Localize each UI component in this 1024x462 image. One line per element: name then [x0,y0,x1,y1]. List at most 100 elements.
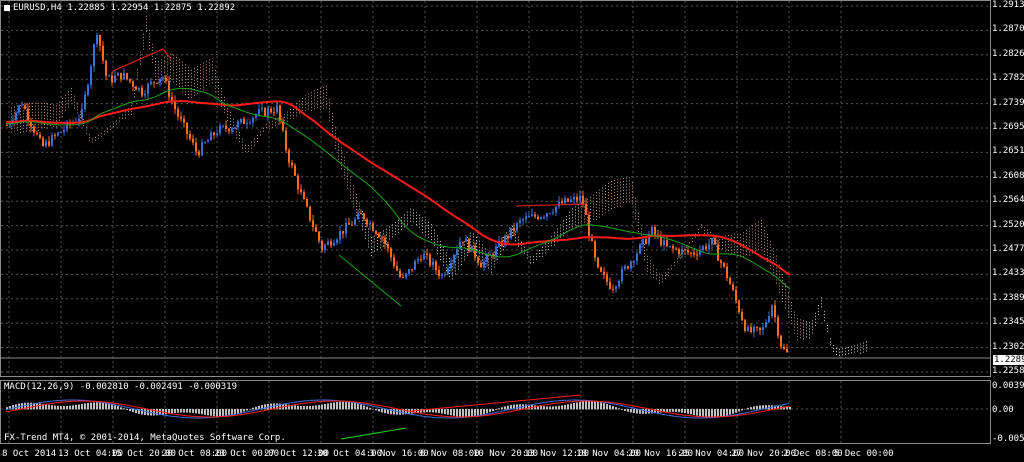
cloud-dot [131,110,132,112]
cloud-dot [350,188,351,190]
cloud-dot [800,337,801,339]
macd-bar [735,409,737,413]
cloud-dot [293,115,294,117]
candle-body [726,266,728,279]
cloud-dot [341,156,342,158]
cloud-dot [317,95,318,97]
cloud-dot [65,94,66,96]
cloud-dot [833,347,834,349]
cloud-dot [68,91,69,93]
cloud-dot [746,238,747,240]
cloud-dot [161,74,162,76]
cloud-dot [782,291,783,293]
cloud-dot [164,60,165,62]
cloud-dot [26,106,27,108]
cloud-dot [650,269,651,271]
cloud-dot [134,87,135,89]
cloud-dot [584,200,585,202]
cloud-dot [347,175,348,177]
cloud-dot [791,305,792,307]
cloud-dot [278,120,279,122]
cloud-dot [59,110,60,112]
macd-bar [174,409,176,414]
cloud-dot [218,97,219,99]
cloud-dot [371,240,372,242]
cloud-dot [242,147,243,149]
candle-body [540,217,542,220]
trend-line [338,254,402,307]
cloud-dot [410,217,411,219]
cloud-dot [848,347,849,349]
cloud-dot [236,131,237,133]
cloud-dot [131,113,132,115]
cloud-dot [737,234,738,236]
cloud-dot [326,103,327,105]
macd-bar [51,405,53,410]
cloud-dot [119,117,120,119]
cloud-dot [734,243,735,245]
bid-price-tag: 1.22892 [993,355,1024,365]
price-chart-window[interactable]: EURUSD,H4 1.22885 1.22954 1.22875 1.2289… [0,0,991,377]
cloud-dot [50,103,51,105]
cloud-dot [317,92,318,94]
cloud-dot [788,304,789,306]
cloud-dot [65,103,66,105]
cloud-dot [173,60,174,62]
cloud-dot [188,93,189,95]
candle-body [669,246,671,248]
cloud-dot [746,232,747,234]
cloud-dot [788,295,789,297]
price-scale-label: 1.23450 [992,317,1024,328]
cloud-dot [293,118,294,120]
cloud-dot [551,236,552,238]
cloud-dot [77,112,78,114]
cloud-dot [647,264,648,266]
cloud-dot [374,247,375,249]
macd-scale-top: 0.003931 [992,381,1024,391]
time-axis[interactable]: 8 Oct 2014 13 Oct 04:00 15 Oct 20:00 20 Oct… [0,445,1024,462]
cloud-dot [401,229,402,231]
cloud-dot [374,241,375,243]
macd-bar [435,409,437,413]
price-chart-canvas[interactable] [1,1,990,376]
cloud-dot [230,126,231,128]
cloud-dot [569,214,570,216]
cloud-dot [500,244,501,246]
cloud-dot [176,74,177,76]
cloud-dot [329,105,330,107]
macd-bar [456,409,458,417]
cloud-dot [68,103,69,105]
cloud-dot [59,104,60,106]
cloud-dot [530,256,531,258]
cloud-dot [368,246,369,248]
cloud-dot [473,242,474,244]
cloud-dot [764,253,765,255]
price-scale-label: 1.27820 [992,73,1024,84]
cloud-dot [356,203,357,205]
cloud-dot [482,259,483,261]
macd-window[interactable]: MACD(12,26,9) -0.002810 -0.002491 -0.000… [0,380,991,444]
cloud-dot [758,242,759,244]
cloud-dot [356,209,357,211]
cloud-dot [437,235,438,237]
cloud-dot [596,207,597,209]
cloud-dot [464,241,465,243]
cloud-dot [632,197,633,199]
candle-body [147,84,149,94]
cloud-dot [767,251,768,253]
cloud-dot [20,113,21,115]
cloud-dot [458,265,459,267]
cloud-dot [50,115,51,117]
candle-body [585,203,587,215]
cloud-dot [821,300,822,302]
cloud-dot [635,203,636,205]
cloud-dot [596,195,597,197]
cloud-dot [764,238,765,240]
cloud-dot [443,255,444,257]
cloud-dot [71,93,72,95]
cloud-dot [446,267,447,269]
cloud-dot [776,282,777,284]
cloud-dot [806,333,807,335]
cloud-dot [644,247,645,249]
cloud-dot [515,231,516,233]
